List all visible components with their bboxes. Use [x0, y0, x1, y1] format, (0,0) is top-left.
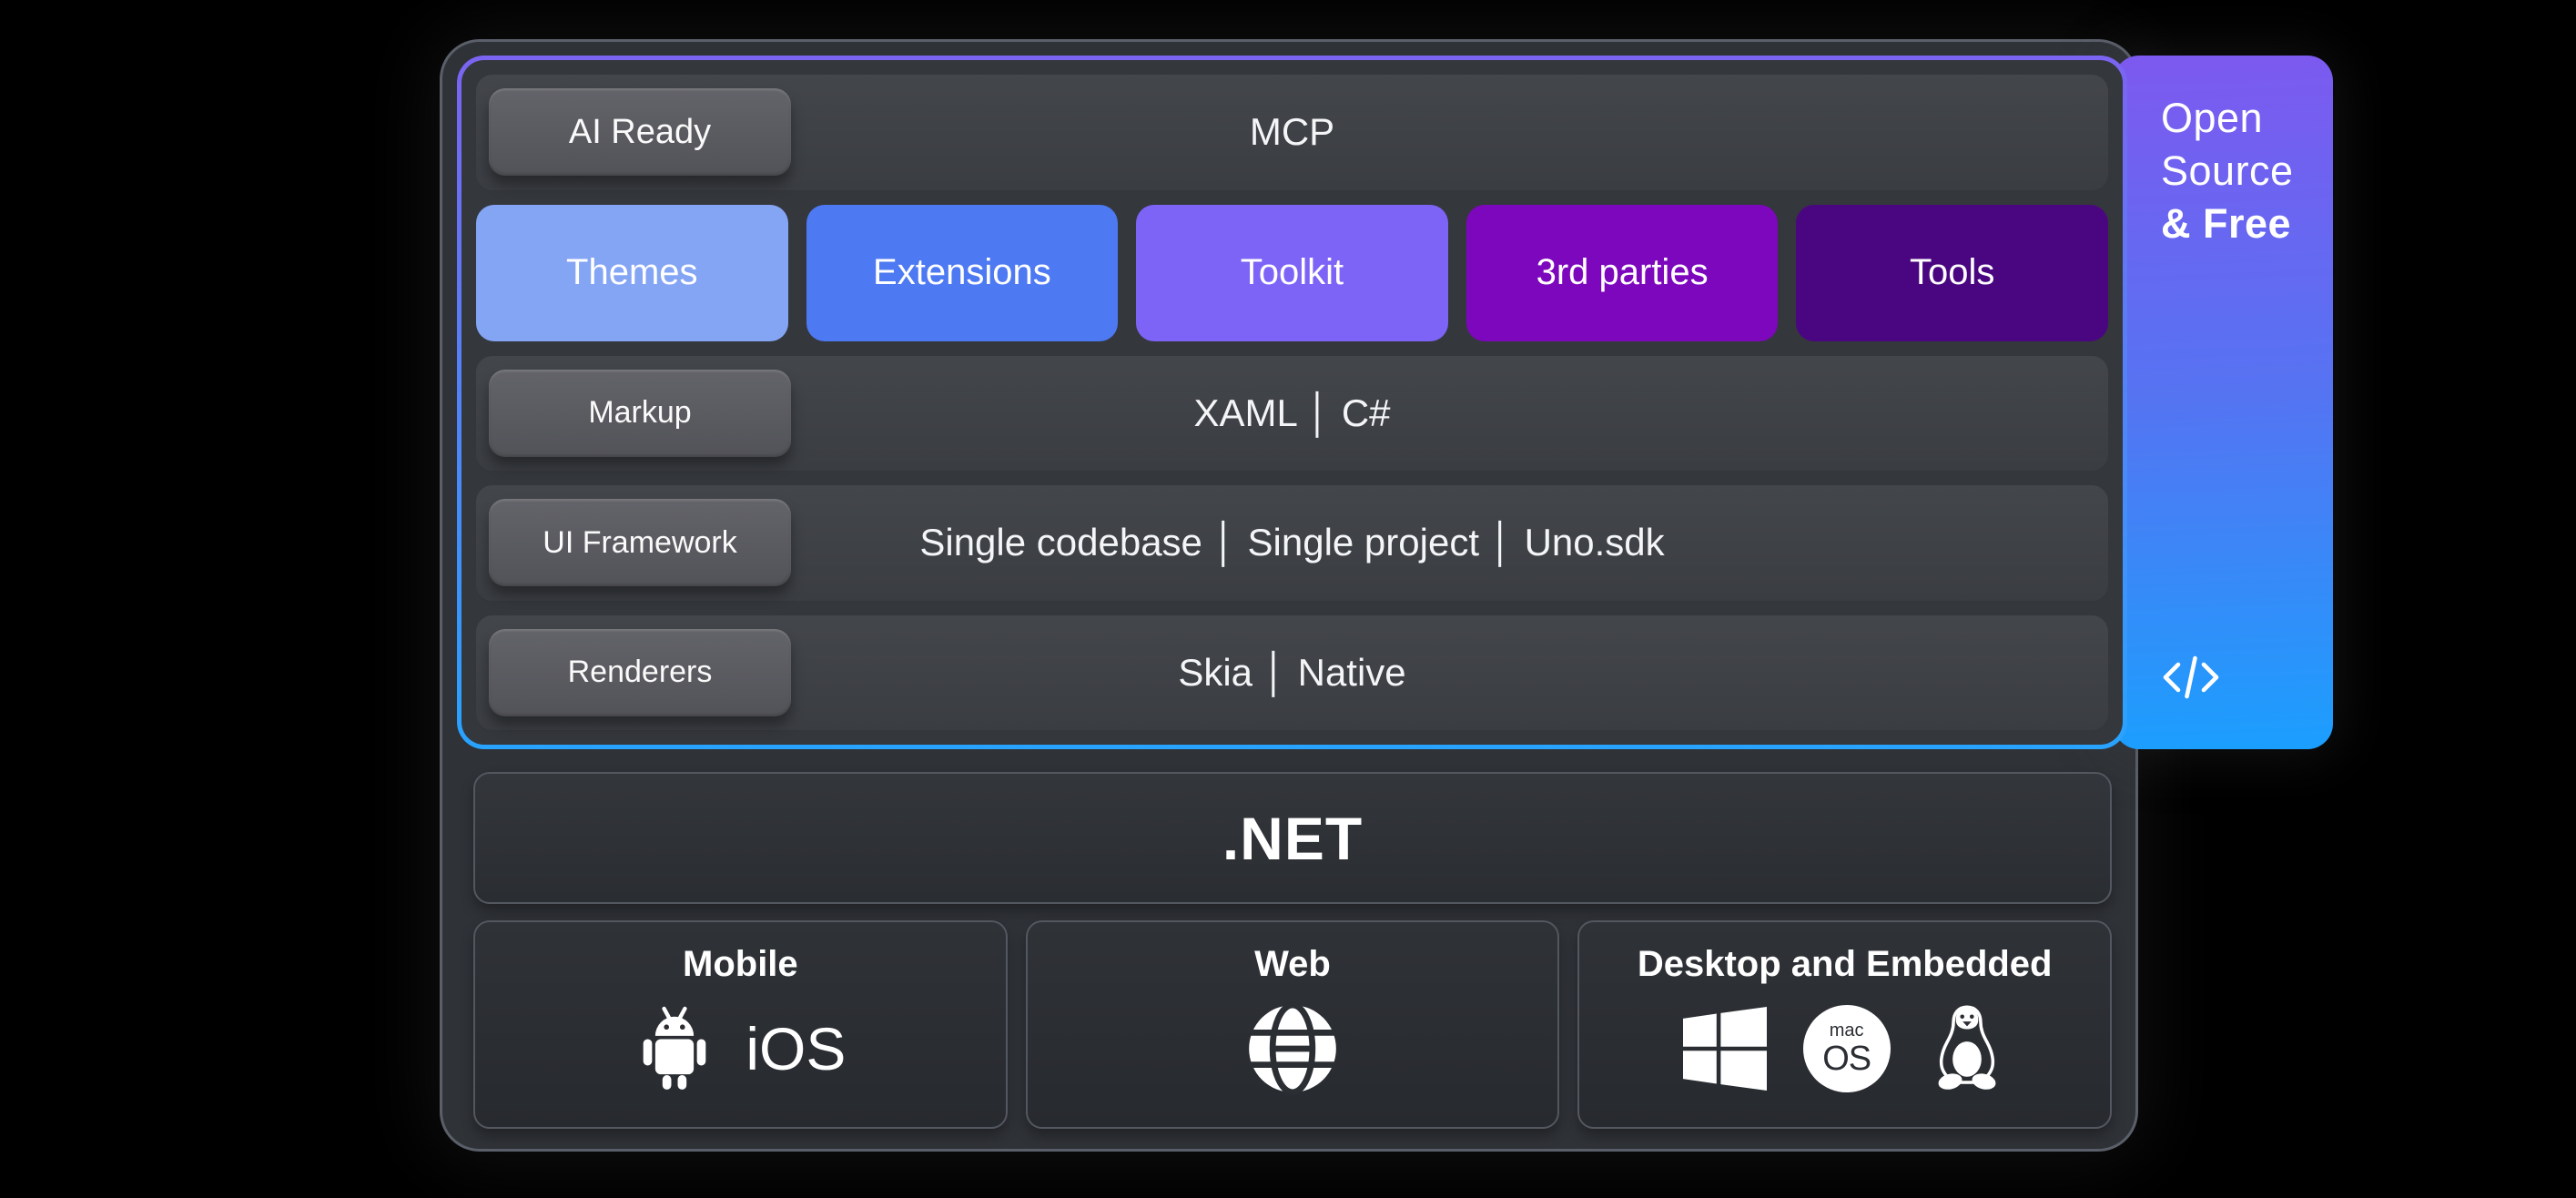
- code-icon: [2161, 653, 2221, 702]
- extensions-label: Extensions: [873, 252, 1051, 293]
- third-parties-label: 3rd parties: [1536, 252, 1709, 293]
- windows-icon: [1683, 1007, 1767, 1091]
- web-box: Web: [1026, 920, 1560, 1129]
- markup-row: Markup XAML │ C#: [476, 356, 2108, 472]
- desktop-embedded-box: Desktop and Embedded mac OS: [1577, 920, 2112, 1129]
- macos-icon: mac OS: [1803, 1005, 1891, 1092]
- mcp-row: AI Ready MCP: [476, 75, 2108, 190]
- stack-rows: AI Ready MCP Themes Extensions Toolkit 3…: [461, 60, 2123, 745]
- renderers-row: Renderers Skia │ Native: [476, 615, 2108, 731]
- open-source-title: Open Source & Free: [2161, 92, 2318, 250]
- desktop-embedded-title: Desktop and Embedded: [1638, 944, 2053, 985]
- platforms-row: Mobile iOS Web: [473, 920, 2112, 1129]
- web-title: Web: [1254, 944, 1331, 985]
- third-parties-button: 3rd parties: [1466, 205, 1779, 341]
- macos-text-bottom: OS: [1822, 1041, 1871, 1076]
- feature-buttons-row: Themes Extensions Toolkit 3rd parties To…: [476, 205, 2108, 341]
- web-icons: [1245, 985, 1340, 1112]
- mobile-title: Mobile: [683, 944, 798, 985]
- ios-label: iOS: [745, 1019, 846, 1079]
- markup-row-label: XAML │ C#: [1193, 391, 1390, 435]
- open-source-panel: Open Source & Free: [2114, 56, 2333, 749]
- toolkit-button: Toolkit: [1136, 205, 1448, 341]
- mobile-box: Mobile iOS: [473, 920, 1008, 1129]
- panel-title-line-2: Source: [2161, 145, 2318, 198]
- renderers-row-label: Skia │ Native: [1178, 651, 1405, 695]
- macos-text-top: mac: [1830, 1021, 1864, 1040]
- renderers-badge-label: Renderers: [568, 655, 713, 690]
- dotnet-bar: .NET: [473, 772, 2112, 904]
- ui-framework-row-label: Single codebase │ Single project │ Uno.s…: [919, 521, 1664, 564]
- android-icon: [634, 1001, 715, 1096]
- panel-title-line-1: Open: [2161, 92, 2318, 145]
- ai-ready-label: AI Ready: [569, 113, 711, 152]
- tools-button: Tools: [1796, 205, 2108, 341]
- globe-icon: [1245, 1001, 1340, 1096]
- themes-button: Themes: [476, 205, 788, 341]
- stack-container: AI Ready MCP Themes Extensions Toolkit 3…: [457, 56, 2127, 749]
- tools-label: Tools: [1910, 252, 1994, 293]
- mcp-label: MCP: [1250, 110, 1334, 154]
- panel-title-line-3: & Free: [2161, 198, 2318, 250]
- markup-badge-label: Markup: [588, 395, 691, 431]
- renderers-badge: Renderers: [489, 629, 791, 716]
- extensions-button: Extensions: [806, 205, 1119, 341]
- linux-tux-icon: [1927, 1001, 2007, 1096]
- desktop-icons: mac OS: [1683, 985, 2007, 1112]
- uno-platform-architecture-diagram: Open Source & Free AI Ready MCP Themes: [0, 0, 2576, 1198]
- themes-label: Themes: [566, 252, 698, 293]
- markup-badge: Markup: [489, 370, 791, 457]
- ui-framework-badge-label: UI Framework: [543, 525, 736, 561]
- ui-framework-badge: UI Framework: [489, 499, 791, 586]
- ai-ready-badge: AI Ready: [489, 88, 791, 176]
- mobile-icons: iOS: [634, 985, 846, 1112]
- dotnet-label: .NET: [1222, 804, 1363, 873]
- ui-framework-row: UI Framework Single codebase │ Single pr…: [476, 485, 2108, 601]
- toolkit-label: Toolkit: [1241, 252, 1344, 293]
